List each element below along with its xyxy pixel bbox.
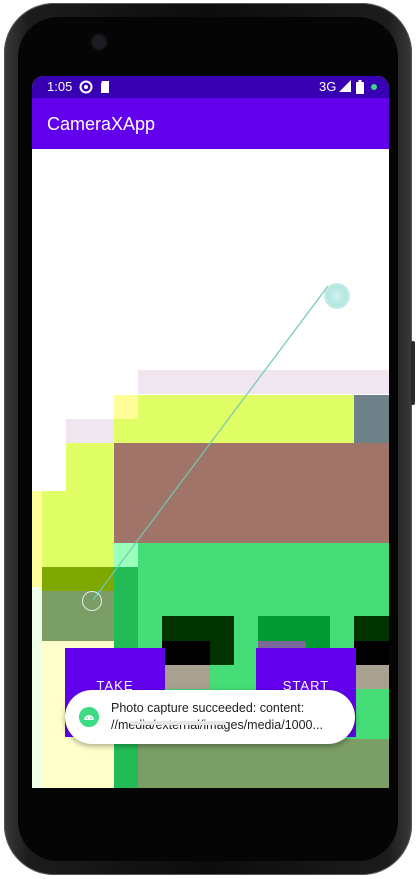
toast-text: Photo capture succeeded: content: //medi… (111, 700, 345, 734)
network-type: 3G (319, 79, 337, 94)
device-screen: 1:05 3G CameraXApp TAKE START Photo capt… (32, 76, 389, 788)
preview-block (66, 443, 114, 491)
preview-block (162, 641, 210, 665)
sd-card-icon (101, 81, 109, 93)
preview-block (354, 395, 389, 443)
preview-block (114, 395, 138, 419)
preview-block (354, 689, 389, 739)
status-bar: 1:05 3G (32, 76, 389, 98)
preview-block (162, 616, 234, 641)
preview-block (114, 443, 389, 543)
preview-block (354, 616, 389, 641)
android-icon (79, 707, 99, 727)
toast-line-2: //media/external/images/media/1000... (111, 718, 323, 732)
preview-block (32, 587, 42, 788)
preview-block (258, 616, 330, 641)
preview-block (42, 567, 114, 591)
home-gesture-bar[interactable] (130, 721, 226, 725)
preview-block (42, 491, 114, 567)
preview-block (138, 395, 354, 443)
preview-block (114, 419, 138, 443)
toast-line-1: Photo capture succeeded: content: (111, 701, 305, 715)
preview-block (138, 739, 389, 788)
preview-block (354, 641, 389, 665)
app-bar: CameraXApp (32, 98, 389, 149)
assistant-icon (79, 80, 93, 94)
touch-point-icon (82, 591, 102, 611)
power-button (411, 341, 415, 405)
app-title: CameraXApp (47, 114, 156, 134)
preview-block (210, 641, 234, 665)
preview-block (162, 665, 210, 689)
preview-block (42, 591, 114, 641)
battery-icon (356, 80, 364, 94)
preview-block (354, 665, 389, 689)
toast-message: Photo capture succeeded: content: //medi… (65, 690, 355, 744)
preview-block (114, 543, 138, 567)
gesture-handle-icon (324, 283, 350, 309)
front-camera-icon (92, 35, 106, 49)
signal-icon (339, 80, 351, 92)
preview-block (66, 419, 114, 443)
preview-block (32, 491, 42, 587)
status-time: 1:05 (47, 79, 73, 94)
preview-block (138, 370, 389, 394)
notification-dot-icon (371, 84, 377, 90)
